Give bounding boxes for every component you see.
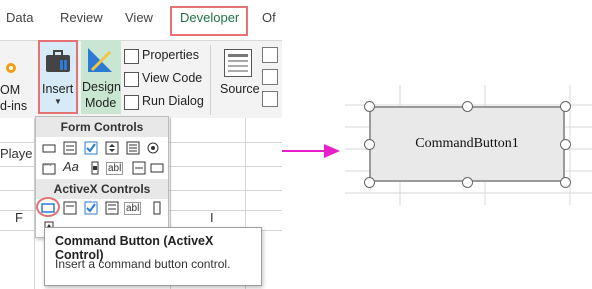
form-label-icon[interactable]: Aa [63, 159, 79, 174]
insert-label: Insert [42, 82, 74, 96]
source-icon [224, 49, 252, 77]
form-combo-list-icon[interactable] [132, 161, 146, 175]
insert-controls-dropdown: Form Controls XYZ Aa abl ActiveX Control… [35, 116, 169, 238]
tooltip-description: Insert a command button control. [55, 257, 231, 271]
form-combobox-icon[interactable] [63, 141, 77, 155]
form-button-icon[interactable] [42, 141, 56, 155]
svg-text:XYZ: XYZ [44, 162, 52, 167]
run-dialog-icon [124, 95, 139, 110]
expansion-packs-icon[interactable] [262, 69, 278, 85]
form-scrollbar-icon[interactable] [88, 161, 102, 175]
resize-handle-bottom-center[interactable] [462, 177, 473, 188]
tab-data[interactable]: Data [6, 10, 33, 25]
tab-office[interactable]: Of [262, 10, 276, 25]
resize-handle-middle-left[interactable] [364, 139, 375, 150]
activex-controls-header: ActiveX Controls [36, 179, 168, 199]
form-spinner-icon[interactable] [105, 141, 119, 155]
resize-handle-top-right[interactable] [560, 101, 571, 112]
source-button[interactable]: Source [220, 82, 260, 96]
command-button-1[interactable]: CommandButton1 [369, 106, 565, 182]
group-divider [210, 45, 211, 115]
properties-button[interactable]: Properties [142, 48, 199, 62]
design-label-1: Design [82, 80, 121, 94]
tab-developer[interactable]: Developer [180, 10, 239, 25]
activex-combobox-icon[interactable] [63, 201, 77, 215]
activex-command-button-icon[interactable] [41, 201, 55, 215]
com-addins-icon[interactable] [4, 61, 18, 75]
resize-handle-bottom-left[interactable] [364, 177, 375, 188]
form-option-button-icon[interactable] [146, 141, 160, 155]
view-code-icon [124, 72, 139, 87]
form-groupbox-icon[interactable]: XYZ [42, 161, 56, 175]
command-button-tooltip: Command Button (ActiveX Control) Insert … [44, 227, 262, 286]
command-button-label: CommandButton1 [415, 136, 519, 151]
activex-textbox-icon[interactable]: abl [124, 202, 142, 215]
insert-controls-button[interactable]: Insert ▼ [38, 40, 78, 114]
name-box[interactable]: Playe [0, 146, 33, 161]
com-addins-label-2: d-ins [0, 99, 28, 113]
activex-scrollbar-icon[interactable] [150, 201, 164, 215]
activex-listbox-icon[interactable] [105, 201, 119, 215]
refresh-data-icon[interactable] [262, 91, 278, 107]
design-label-2: Mode [85, 96, 117, 110]
arrow-icon [282, 140, 344, 162]
resize-handle-top-left[interactable] [364, 101, 375, 112]
tab-view[interactable]: View [125, 10, 153, 25]
column-header-i: I [210, 210, 214, 225]
chevron-down-icon: ▼ [54, 97, 62, 106]
resize-handle-bottom-right[interactable] [560, 177, 571, 188]
map-properties-icon[interactable] [262, 47, 278, 63]
run-dialog-button[interactable]: Run Dialog [142, 94, 204, 108]
ribbon-tab-bar: Data Review View Developer Of [0, 0, 282, 40]
form-listbox-icon[interactable] [126, 141, 140, 155]
column-header-f: F [15, 210, 23, 225]
toolbox-icon [45, 48, 71, 74]
form-combo-dropdown-icon[interactable] [150, 161, 164, 175]
form-checkbox-icon[interactable] [84, 141, 98, 155]
view-code-button[interactable]: View Code [142, 71, 202, 85]
properties-icon [124, 49, 139, 64]
form-textfield-icon[interactable]: abl [106, 162, 124, 175]
com-addins-label-1: OM [0, 83, 21, 97]
resize-handle-middle-right[interactable] [560, 139, 571, 150]
design-mode-icon [86, 46, 114, 74]
form-controls-header: Form Controls [36, 117, 168, 137]
tab-review[interactable]: Review [60, 10, 103, 25]
activex-checkbox-icon[interactable] [84, 201, 98, 215]
design-mode-button[interactable]: Design Mode [81, 40, 121, 114]
resize-handle-top-center[interactable] [462, 101, 473, 112]
